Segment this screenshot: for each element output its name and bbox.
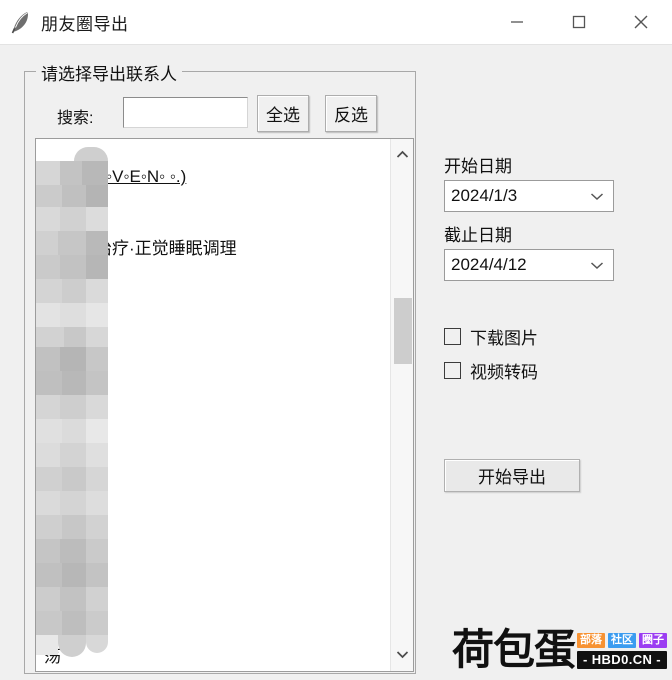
list-item[interactable]: [36, 597, 391, 621]
watermark-right: 部落 社区 圈子 - HBD0.CN -: [577, 633, 668, 672]
list-item[interactable]: [36, 477, 391, 501]
list-item[interactable]: [36, 309, 391, 333]
list-item[interactable]: 安安): [36, 189, 391, 213]
list-item[interactable]: [36, 549, 391, 573]
list-item[interactable]: 眠心理治疗·正觉睡眠调理: [36, 237, 391, 261]
list-item[interactable]: [36, 381, 391, 405]
download-images-label: 下载图片: [470, 329, 538, 348]
close-icon[interactable]: [610, 0, 672, 44]
window-controls: [486, 0, 672, 44]
chevron-up-icon[interactable]: [391, 143, 413, 165]
list-item[interactable]: 之月: [36, 621, 391, 645]
download-images-checkbox-row[interactable]: 下载图片: [444, 324, 538, 349]
chevron-down-icon[interactable]: [590, 192, 604, 201]
start-export-button[interactable]: 开始导出: [444, 459, 580, 492]
watermark-brand: 荷包蛋: [452, 625, 576, 674]
watermark-badge: 部落: [577, 633, 606, 648]
list-item[interactable]: it: [36, 669, 391, 671]
contacts-list[interactable]: 富 o(H◦E◦A◦V◦E◦N◦ ◦.) 安安) | 眠心理治疗·正觉睡眠调理 洪老师) 慧…: [36, 139, 391, 671]
watermark-badges: 部落 社区 圈子: [577, 633, 668, 648]
list-item[interactable]: |: [36, 213, 391, 237]
list-item[interactable]: 富: [36, 141, 391, 165]
window-titlebar: 朋友圈导出: [0, 0, 672, 44]
watermark: 荷包蛋 部落 社区 圈子 - HBD0.CN -: [452, 625, 668, 674]
start-date-combobox[interactable]: 2024/1/3: [444, 180, 614, 212]
list-item[interactable]: [36, 573, 391, 597]
window-title: 朋友圈导出: [41, 14, 129, 34]
watermark-url: - HBD0.CN -: [577, 651, 668, 669]
transcode-video-label: 视频转码: [470, 363, 538, 382]
minimize-icon[interactable]: [486, 0, 548, 44]
invert-selection-button[interactable]: 反选: [325, 95, 377, 132]
list-item[interactable]: 洪老师): [36, 261, 391, 285]
list-item[interactable]: o(H◦E◦A◦V◦E◦N◦ ◦.): [36, 165, 391, 189]
watermark-badge: 圈子: [639, 633, 668, 648]
download-images-checkbox[interactable]: [444, 328, 461, 345]
list-item[interactable]: [36, 525, 391, 549]
list-item[interactable]: 慧: [36, 453, 391, 477]
start-date-label: 开始日期: [444, 157, 512, 176]
end-date-combobox[interactable]: 2024/4/12: [444, 249, 614, 281]
transcode-video-checkbox-row[interactable]: 视频转码: [444, 358, 538, 383]
list-item[interactable]: 荡: [36, 645, 391, 669]
start-date-value: 2024/1/3: [451, 186, 518, 205]
watermark-badge: 社区: [608, 633, 637, 648]
search-input[interactable]: [123, 97, 248, 128]
transcode-video-checkbox[interactable]: [444, 362, 461, 379]
list-scrollbar[interactable]: [390, 139, 413, 671]
contacts-group-label: 请选择导出联系人: [36, 60, 182, 85]
list-item[interactable]: [36, 357, 391, 381]
search-label: 搜索:: [57, 110, 94, 127]
list-item[interactable]: [36, 333, 391, 357]
end-date-value: 2024/4/12: [451, 255, 527, 274]
chevron-down-icon[interactable]: [391, 643, 413, 665]
list-item[interactable]: [36, 501, 391, 525]
list-item[interactable]: [36, 285, 391, 309]
scrollbar-thumb[interactable]: [394, 298, 412, 364]
contacts-listbox[interactable]: 富 o(H◦E◦A◦V◦E◦N◦ ◦.) 安安) | 眠心理治疗·正觉睡眠调理 洪老师) 慧…: [35, 138, 414, 672]
maximize-icon[interactable]: [548, 0, 610, 44]
list-item[interactable]: [36, 429, 391, 453]
select-all-button[interactable]: 全选: [257, 95, 309, 132]
end-date-label: 截止日期: [444, 226, 512, 245]
feather-icon: [10, 10, 32, 34]
list-item[interactable]: [36, 405, 391, 429]
titlebar-divider: [0, 44, 672, 45]
chevron-down-icon[interactable]: [590, 261, 604, 270]
